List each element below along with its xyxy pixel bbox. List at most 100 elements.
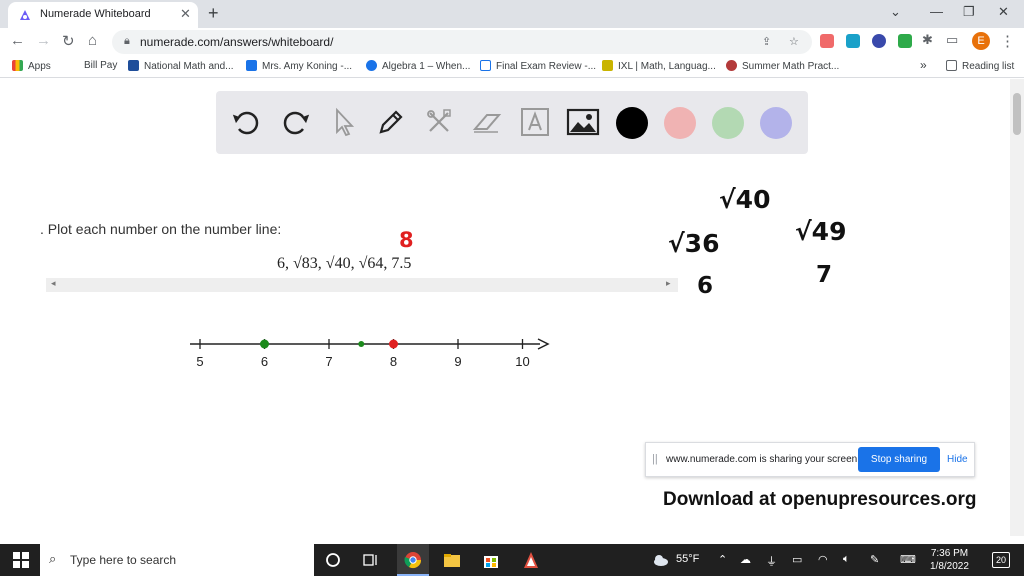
file-explorer-icon[interactable] [443,551,461,569]
pen-icon[interactable] [374,105,408,139]
url-text: numerade.com/answers/whiteboard/ [140,35,334,49]
chrome-menu-icon[interactable]: ⋮ [1000,32,1015,50]
bookmark-algebra-1[interactable]: Algebra 1 – When... [366,60,470,72]
pen-workspace-icon[interactable]: ✎ [870,553,879,566]
reading-list[interactable]: Reading list [946,60,1014,72]
red-annotation: 8 [399,228,414,251]
back-icon[interactable]: ← [10,32,25,49]
bookmark-amy-koning[interactable]: Mrs. Amy Koning -... [246,60,352,72]
handwriting-7: 7 [816,262,833,288]
extension-4-icon[interactable] [898,34,912,48]
keyboard-icon[interactable]: ⌨ [900,553,916,566]
tools-icon[interactable] [422,105,456,139]
extension-2-icon[interactable] [846,34,860,48]
numerade-logo-icon [20,10,30,20]
number-expression: 6, √83, √40, √64, 7.5 [277,255,412,272]
watermark-text: Download at openupresources.org [663,489,977,510]
weather-cloud-icon[interactable] [652,551,670,569]
browser-tab[interactable]: Numerade Whiteboard ✕ [8,2,198,28]
handwriting-red-8: 8 [399,228,414,251]
plotted-point [260,339,269,349]
cast-icon[interactable]: ▭ [946,32,958,48]
profile-avatar[interactable]: E [972,32,990,50]
extension-3-icon[interactable] [872,34,886,48]
undo-icon[interactable] [230,105,264,139]
eraser-icon[interactable] [470,105,504,139]
store-icon[interactable] [482,551,500,569]
color-green-swatch[interactable] [712,107,744,139]
horizontal-scrollbar[interactable]: ◂ ▸ [46,278,678,292]
color-black-swatch[interactable] [616,107,648,139]
page-content: . Plot each number on the number line: 6… [0,79,1010,536]
chrome-icon [404,552,422,569]
bookmark-apps[interactable]: Apps [12,60,51,72]
notification-center[interactable]: 20 [992,552,1010,568]
tick-label: 9 [454,354,461,369]
wifi-icon[interactable]: ◠ [818,553,828,566]
pointer-icon[interactable] [326,105,360,139]
reading-list-icon [946,60,957,71]
new-tab-button[interactable]: + [208,3,219,24]
plotted-point [358,341,365,347]
stop-sharing-button[interactable]: Stop sharing [858,447,940,472]
handwriting-sqrt-40: √40 [719,185,771,214]
extensions-puzzle-icon[interactable]: ✱ [922,32,933,48]
restore-button[interactable]: ❐ [963,4,975,20]
x-logo-icon [128,60,139,71]
scroll-thumb[interactable] [1013,93,1021,135]
app-icon[interactable] [522,551,540,569]
scroll-left-icon[interactable]: ◂ [51,278,56,289]
tab-search-icon[interactable]: ⌄ [890,4,901,20]
address-bar[interactable]: 🔒︎ numerade.com/answers/whiteboard/ ⇪ ☆ [112,30,812,54]
weather-temp[interactable]: 55°F [676,553,699,565]
scroll-right-icon[interactable]: ▸ [666,278,671,289]
forward-icon[interactable]: → [36,32,51,49]
redo-icon[interactable] [278,105,312,139]
tab-close-icon[interactable]: ✕ [180,6,191,22]
chrome-taskbar-button[interactable] [397,544,429,576]
reload-icon[interactable]: ↻ [62,32,75,50]
bookmark-summer-math[interactable]: Summer Math Pract... [726,60,839,72]
text-icon[interactable] [518,105,552,139]
windows-taskbar: ⌕ Type here to search 55°F ⌃ ☁ ⏚ ▭ ◠ 🔈︎ … [0,544,1024,576]
search-icon: ⌕ [49,551,57,566]
bookmarks-bar: Apps Bill Pay National Math and... Mrs. … [0,56,1024,78]
task-view-icon[interactable] [362,551,380,569]
tab-title: Numerade Whiteboard [40,8,151,20]
drag-handle[interactable]: || [652,453,658,465]
globe-icon [366,60,377,71]
minimize-button[interactable]: — [930,4,943,19]
meet-icon[interactable]: ▭ [792,553,802,566]
bookmark-bill-pay[interactable]: Bill Pay [84,60,117,71]
page-scrollbar[interactable] [1010,79,1024,536]
more-bookmarks-icon[interactable]: » [920,58,927,72]
apps-grid-icon [12,60,23,71]
handwriting-6: 6 [697,273,714,299]
show-hidden-icons-icon[interactable]: ⌃ [718,553,727,566]
tick-label: 7 [325,354,332,369]
bookmark-ixl[interactable]: IXL | Math, Languag... [602,60,716,72]
bookmark-star-icon[interactable]: ☆ [789,35,799,48]
image-icon[interactable] [566,105,600,139]
taskbar-search[interactable]: ⌕ Type here to search [40,544,314,576]
extension-1-icon[interactable] [820,34,834,48]
circle-logo-icon [726,60,737,71]
share-icon[interactable]: ⇪ [762,35,771,48]
taskbar-clock[interactable]: 7:36 PM 1/8/2022 [930,547,969,573]
usb-icon[interactable]: ⏚ [766,553,777,569]
close-window-button[interactable]: ✕ [998,4,1009,20]
color-pink-swatch[interactable] [664,107,696,139]
lock-icon: 🔒︎ [124,35,130,47]
bookmark-national-math[interactable]: National Math and... [128,60,234,72]
cortana-icon[interactable] [324,551,342,569]
color-purple-swatch[interactable] [760,107,792,139]
volume-icon[interactable]: 🔈︎ [843,553,850,566]
windows-start-icon[interactable] [12,551,30,569]
onedrive-icon[interactable]: ☁ [740,553,751,566]
home-icon[interactable]: ⌂ [88,32,97,49]
bookmark-final-exam[interactable]: Final Exam Review -... [480,60,596,72]
tick-label: 5 [196,354,203,369]
ixl-icon [602,60,613,71]
hide-button[interactable]: Hide [947,454,968,465]
screen-share-banner: || www.numerade.com is sharing your scre… [645,442,975,477]
